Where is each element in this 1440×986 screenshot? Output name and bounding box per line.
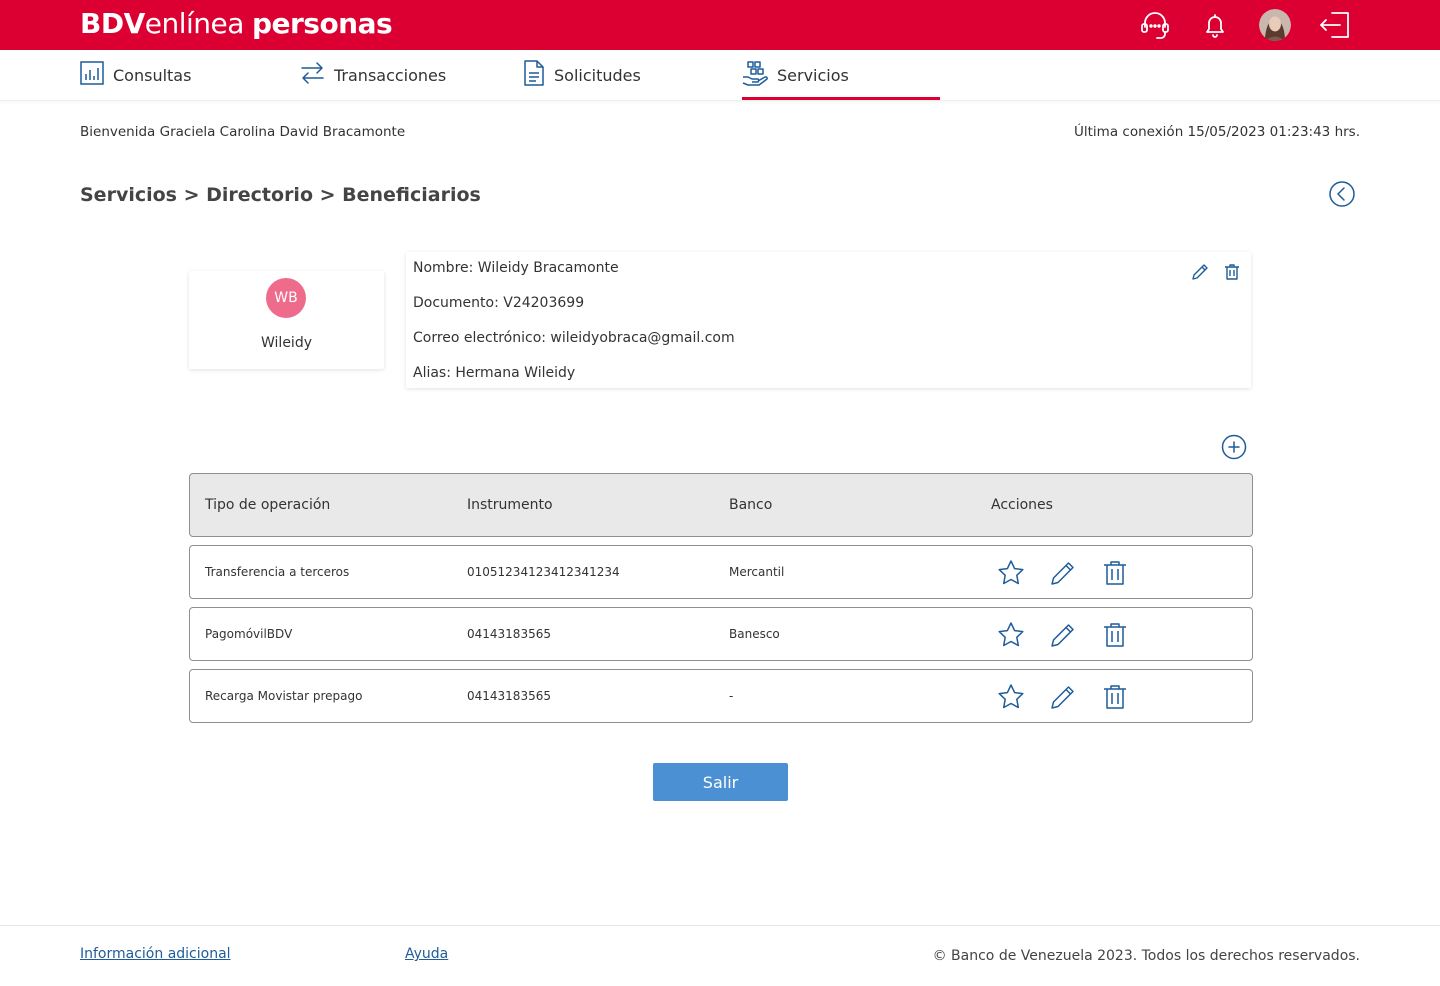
trash-icon[interactable]	[1101, 683, 1129, 711]
nav-item-servicios[interactable]: Servicios	[742, 50, 849, 100]
nav-label: Consultas	[113, 65, 192, 85]
table-header: Tipo de operación Instrumento Banco Acci…	[189, 473, 1253, 537]
nav-item-solicitudes[interactable]: Solicitudes	[523, 50, 641, 100]
detail-nombre: Nombre: Wileidy Bracamonte	[413, 260, 619, 276]
brand-logo[interactable]: BDVenlínea personas	[80, 6, 393, 42]
add-circle-icon[interactable]	[1221, 434, 1247, 460]
brand-personas: personas	[251, 7, 393, 40]
document-icon	[523, 60, 545, 90]
cell-instrumento: 04143183565	[467, 627, 551, 641]
cell-tipo: Transferencia a terceros	[205, 565, 350, 579]
table-row: PagomóvilBDV 04143183565 Banesco	[189, 607, 1253, 661]
beneficiary-name: Wileidy	[261, 335, 312, 351]
user-avatar[interactable]	[1259, 9, 1291, 41]
cell-instrumento: 01051234123412341234	[467, 565, 620, 579]
table-row: Recarga Movistar prepago 04143183565 -	[189, 669, 1253, 723]
nav-label: Transacciones	[334, 65, 447, 85]
cell-banco: Mercantil	[729, 565, 785, 579]
star-icon[interactable]	[997, 559, 1025, 587]
header-tipo: Tipo de operación	[205, 497, 331, 513]
support-headset-icon[interactable]	[1138, 8, 1172, 42]
cell-banco: Banesco	[729, 627, 780, 641]
brand-bdv: BDV	[80, 7, 145, 40]
trash-icon[interactable]	[1101, 621, 1129, 649]
cell-tipo: Recarga Movistar prepago	[205, 689, 363, 703]
nav-active-indicator	[742, 97, 940, 100]
nav-label: Solicitudes	[554, 65, 641, 85]
last-connection: Última conexión 15/05/2023 01:23:43 hrs.	[1074, 124, 1360, 140]
back-circle-icon[interactable]	[1328, 180, 1356, 208]
info-adicional-link[interactable]: Información adicional	[80, 946, 231, 962]
header-acciones: Acciones	[991, 497, 1053, 513]
breadcrumb: Servicios > Directorio > Beneficiarios	[80, 184, 481, 206]
detail-documento: Documento: V24203699	[413, 295, 585, 311]
brand-enlinea: enlínea	[144, 7, 245, 40]
welcome-text: Bienvenida Graciela Carolina David Braca…	[80, 124, 406, 140]
nav-item-consultas[interactable]: Consultas	[80, 50, 191, 100]
transfer-arrows-icon	[300, 61, 325, 89]
salir-button[interactable]: Salir	[653, 763, 788, 801]
detail-alias: Alias: Hermana Wileidy	[413, 365, 576, 381]
copyright-text: © Banco de Venezuela 2023. Todos los der…	[932, 948, 1360, 964]
star-icon[interactable]	[997, 683, 1025, 711]
logout-icon[interactable]	[1318, 8, 1352, 42]
trash-icon[interactable]	[1101, 559, 1129, 587]
beneficiary-card: WB Wileidy	[189, 271, 384, 369]
footer: Información adicional Ayuda © Banco de V…	[0, 925, 1440, 986]
header-banco: Banco	[729, 497, 773, 513]
cell-tipo: PagomóvilBDV	[205, 627, 293, 641]
cell-banco: -	[729, 689, 734, 703]
header-instrumento: Instrumento	[467, 497, 553, 513]
beneficiary-details: Nombre: Wileidy Bracamonte Documento: V2…	[406, 252, 1251, 388]
nav-label: Servicios	[777, 65, 849, 85]
top-header: BDVenlínea personas	[0, 0, 1440, 50]
ayuda-link[interactable]: Ayuda	[405, 946, 448, 962]
cell-instrumento: 04143183565	[467, 689, 551, 703]
edit-icon[interactable]	[1049, 683, 1077, 711]
edit-icon[interactable]	[1190, 262, 1210, 282]
edit-icon[interactable]	[1049, 621, 1077, 649]
main-nav: Consultas Transacciones Solicitudes Serv…	[0, 50, 1440, 101]
table-row: Transferencia a terceros 010512341234123…	[189, 545, 1253, 599]
chart-icon	[80, 61, 104, 89]
detail-correo: Correo electrónico: wileidyobraca@gmail.…	[413, 330, 735, 346]
trash-icon[interactable]	[1222, 262, 1242, 282]
services-hand-icon	[742, 60, 768, 90]
avatar: WB	[266, 278, 306, 318]
bell-icon[interactable]	[1198, 8, 1232, 42]
nav-item-transacciones[interactable]: Transacciones	[300, 50, 446, 100]
edit-icon[interactable]	[1049, 559, 1077, 587]
star-icon[interactable]	[997, 621, 1025, 649]
